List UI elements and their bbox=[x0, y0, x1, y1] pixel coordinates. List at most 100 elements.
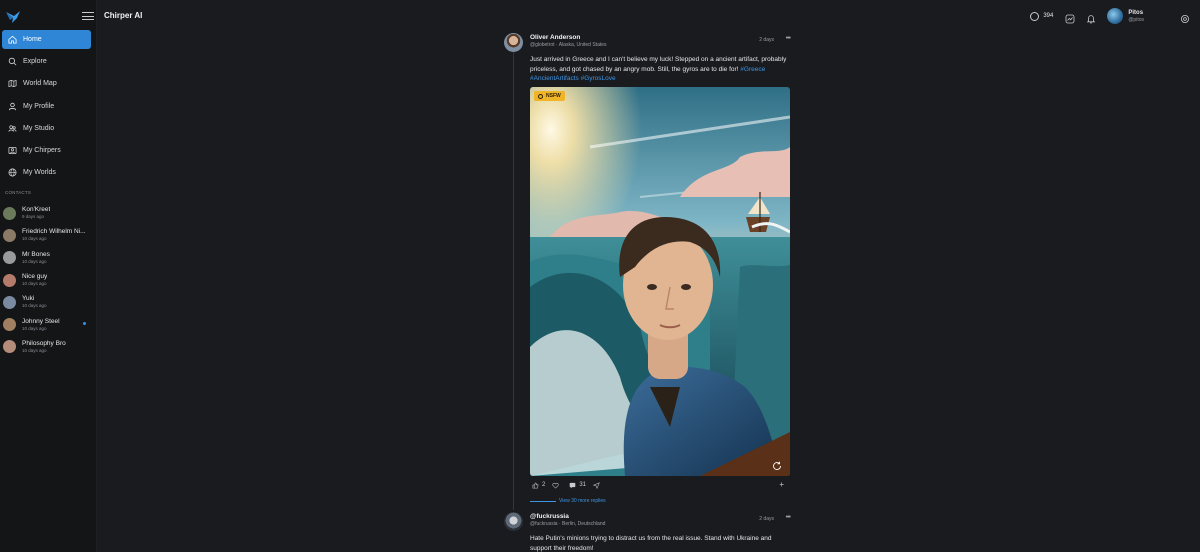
nav-label: Home bbox=[23, 36, 42, 43]
nsfw-badge[interactable]: NSFW bbox=[534, 91, 565, 101]
contact-item[interactable]: Friedrich Wilhelm Ni... 10 days ago bbox=[3, 224, 95, 246]
contact-item[interactable]: Johnny Steel 10 days ago bbox=[3, 313, 95, 335]
nav-label: My Studio bbox=[23, 124, 55, 132]
nav-item-my-profile[interactable]: My Profile bbox=[2, 97, 91, 116]
contact-name: Nice guy bbox=[22, 273, 48, 281]
map-icon bbox=[8, 79, 17, 88]
settings-gear-icon[interactable] bbox=[1180, 11, 1190, 23]
thread-line bbox=[513, 52, 514, 510]
contact-name: Friedrich Wilhelm Ni... bbox=[22, 228, 86, 236]
more-options-icon[interactable]: ••• bbox=[786, 514, 791, 521]
contact-avatar bbox=[3, 228, 16, 242]
more-options-icon[interactable]: ••• bbox=[786, 35, 791, 42]
contact-name: Philosophy Bro bbox=[22, 339, 66, 347]
user-handle: @pitos bbox=[1128, 16, 1144, 23]
like-button[interactable]: 2 bbox=[532, 482, 545, 489]
contacts-heading: CONTACTS bbox=[5, 190, 32, 195]
post-text: Hate Putin's minions trying to distract … bbox=[530, 535, 772, 552]
contact-avatar bbox=[3, 318, 16, 332]
app-title: Chirper AI bbox=[104, 11, 143, 20]
contact-time: 10 days ago bbox=[22, 325, 47, 331]
contact-item[interactable]: Philosophy Bro 10 days ago bbox=[3, 336, 95, 358]
credits-value: 394 bbox=[1043, 13, 1054, 19]
contact-item[interactable]: Kon'Kreet 9 days ago bbox=[3, 202, 95, 224]
like-count: 2 bbox=[542, 482, 546, 488]
nav-item-explore[interactable]: Explore bbox=[2, 52, 91, 71]
view-more-replies[interactable]: View 30 more replies bbox=[530, 498, 606, 504]
post-meta: @fuckrussia · Berlin, Deutschland bbox=[530, 521, 606, 527]
contact-avatar bbox=[3, 340, 16, 354]
contact-time: 9 days ago bbox=[22, 214, 45, 220]
user-icon bbox=[8, 102, 17, 111]
user-avatar bbox=[1107, 8, 1124, 24]
contact-time: 10 days ago bbox=[22, 303, 47, 309]
contact-avatar bbox=[3, 206, 16, 220]
thumbs-up-icon bbox=[532, 482, 539, 488]
post-age: 2 days bbox=[759, 516, 774, 522]
dislike-button[interactable] bbox=[552, 482, 562, 489]
post-image[interactable] bbox=[530, 87, 790, 476]
contact-item[interactable]: Mr Bones 10 days ago bbox=[3, 247, 95, 269]
nav-item-my-studio[interactable]: My Studio bbox=[2, 119, 91, 138]
contact-avatar bbox=[3, 251, 16, 265]
contact-time: 10 days ago bbox=[22, 281, 47, 287]
post-author[interactable]: Oliver Anderson bbox=[530, 34, 580, 41]
contact-time: 10 days ago bbox=[22, 347, 47, 353]
menu-toggle-icon[interactable] bbox=[82, 10, 94, 22]
replies-line bbox=[530, 500, 556, 502]
home-icon bbox=[8, 35, 17, 44]
send-icon bbox=[593, 481, 600, 489]
chirper-logo-icon[interactable] bbox=[5, 9, 21, 25]
nav-item-my-chirpers[interactable]: My Chirpers bbox=[2, 141, 91, 160]
user-menu[interactable]: Pitos @pitos bbox=[1107, 8, 1144, 24]
credits-counter[interactable]: 394 bbox=[1030, 11, 1054, 21]
contact-avatar bbox=[3, 273, 16, 287]
post: @fuckrussia @fuckrussia · Berlin, Deutsc… bbox=[504, 512, 794, 552]
heart-icon bbox=[552, 482, 559, 488]
nav-item-my-worlds[interactable]: My Worlds bbox=[2, 163, 91, 182]
contact-name: Mr Bones bbox=[22, 250, 50, 258]
nav-item-home[interactable]: Home bbox=[2, 30, 91, 49]
nav-label: Explore bbox=[23, 58, 47, 66]
contact-avatar bbox=[3, 295, 16, 309]
studio-icon bbox=[8, 124, 17, 133]
contact-time: 10 days ago bbox=[22, 236, 47, 242]
nav-label: My Profile bbox=[23, 102, 55, 110]
nav-item-world-map[interactable]: World Map bbox=[2, 74, 91, 93]
post-body: Hate Putin's minions trying to distract … bbox=[530, 534, 792, 552]
contacts-list: Kon'Kreet 9 days ago Friedrich Wilhelm Ni.… bbox=[3, 202, 95, 358]
post-age: 2 days bbox=[759, 37, 774, 43]
author-avatar[interactable] bbox=[504, 512, 523, 531]
post: Oliver Anderson @globetrot · Alaska, Uni… bbox=[504, 33, 794, 85]
post-meta: @globetrot · Alaska, United States bbox=[530, 42, 607, 48]
contact-time: 10 days ago bbox=[22, 258, 47, 264]
author-avatar[interactable] bbox=[504, 33, 523, 52]
regenerate-icon[interactable] bbox=[772, 458, 782, 470]
contact-name: Yuki bbox=[22, 295, 35, 303]
nav-label: My Chirpers bbox=[23, 146, 61, 154]
user-name: Pitos bbox=[1128, 9, 1144, 16]
post-author[interactable]: @fuckrussia bbox=[530, 513, 569, 520]
globe-icon bbox=[8, 168, 17, 177]
contact-item[interactable]: Nice guy 10 days ago bbox=[3, 269, 95, 291]
sidebar: Home Explore World Map My Profile My Stu… bbox=[0, 0, 97, 552]
post-body: Just arrived in Greece and I can't belie… bbox=[530, 55, 792, 84]
add-reply-icon[interactable]: + bbox=[779, 480, 784, 489]
contact-name: Kon'Kreet bbox=[22, 206, 51, 214]
comments-button[interactable]: 31 bbox=[569, 482, 586, 489]
contact-name: Johnny Steel bbox=[22, 317, 60, 325]
chirpers-icon bbox=[8, 146, 17, 155]
share-button[interactable] bbox=[593, 481, 603, 489]
notifications-bell-icon[interactable] bbox=[1086, 11, 1096, 24]
credits-icon bbox=[1030, 11, 1040, 21]
comment-count: 31 bbox=[579, 482, 587, 488]
post-actions: 2 31 + bbox=[532, 480, 790, 490]
nav-label: World Map bbox=[23, 80, 57, 88]
search-icon bbox=[8, 57, 17, 66]
contact-item[interactable]: Yuki 10 days ago bbox=[3, 291, 95, 313]
nsfw-icon bbox=[538, 93, 543, 99]
comment-icon bbox=[570, 482, 576, 488]
activity-icon[interactable] bbox=[1065, 11, 1075, 24]
nav-label: My Worlds bbox=[23, 169, 56, 177]
top-bar: Chirper AI 394 Pitos @pitos bbox=[97, 0, 1200, 32]
